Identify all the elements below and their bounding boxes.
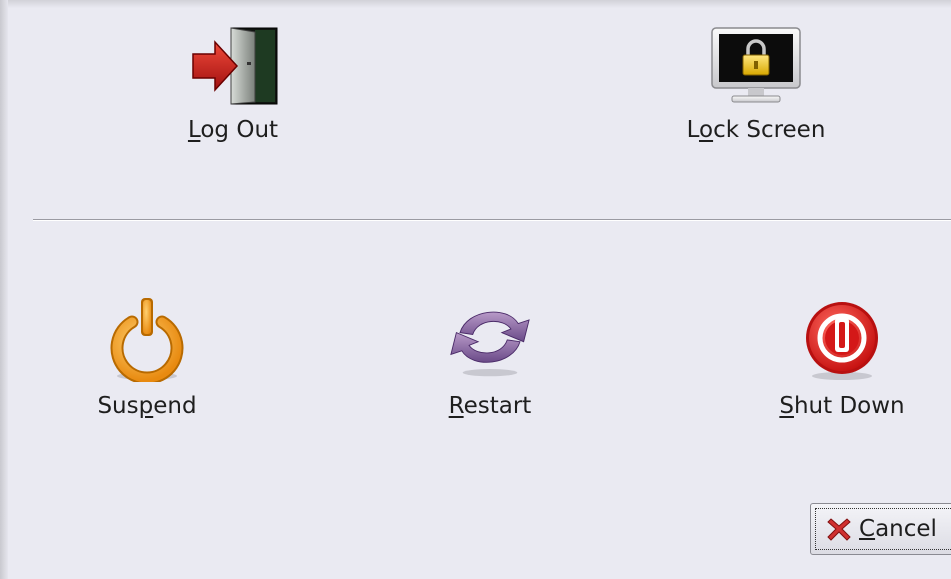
logout-label: Log Out [188,116,278,144]
logout-label-rest: og Out [200,117,279,143]
shutdown-button[interactable]: Shut Down [772,296,912,420]
restart-button[interactable]: Restart [440,296,540,420]
shutdown-power-icon [792,296,892,382]
suspend-button[interactable]: Suspend [90,296,204,420]
restart-mnemonic: R [448,393,464,419]
lock-label-rest: ck Screen [713,117,826,143]
lock-monitor-icon [706,22,806,108]
restart-label: Restart [449,392,532,420]
restart-label-rest: estart [463,393,532,419]
logout-mnemonic: L [187,117,201,143]
suspend-label-rest: end [153,393,197,419]
shutdown-label: Shut Down [779,392,904,420]
window-frame-top [0,0,951,8]
shutdown-label-rest: hut Down [793,393,905,419]
restart-arrows-icon [440,296,540,382]
logout-dialog: Log Out Lock Screen Suspend Restart Shut… [0,0,951,579]
logout-door-icon [183,22,283,108]
focus-ring [815,508,951,550]
shutdown-mnemonic: S [779,393,794,419]
suspend-power-icon [97,296,197,382]
cancel-button[interactable]: Cancel [810,503,951,555]
suspend-mnemonic: p [138,393,154,419]
window-frame-left [0,0,8,579]
lock-screen-button[interactable]: Lock Screen [678,22,834,144]
lock-mnemonic: o [698,117,714,143]
suspend-label: Suspend [97,392,196,420]
lock-label-pre: L [686,117,699,143]
suspend-label-pre: Sus [97,393,139,419]
lock-screen-label: Lock Screen [687,116,826,144]
section-divider [33,219,951,221]
logout-button[interactable]: Log Out [183,22,283,144]
